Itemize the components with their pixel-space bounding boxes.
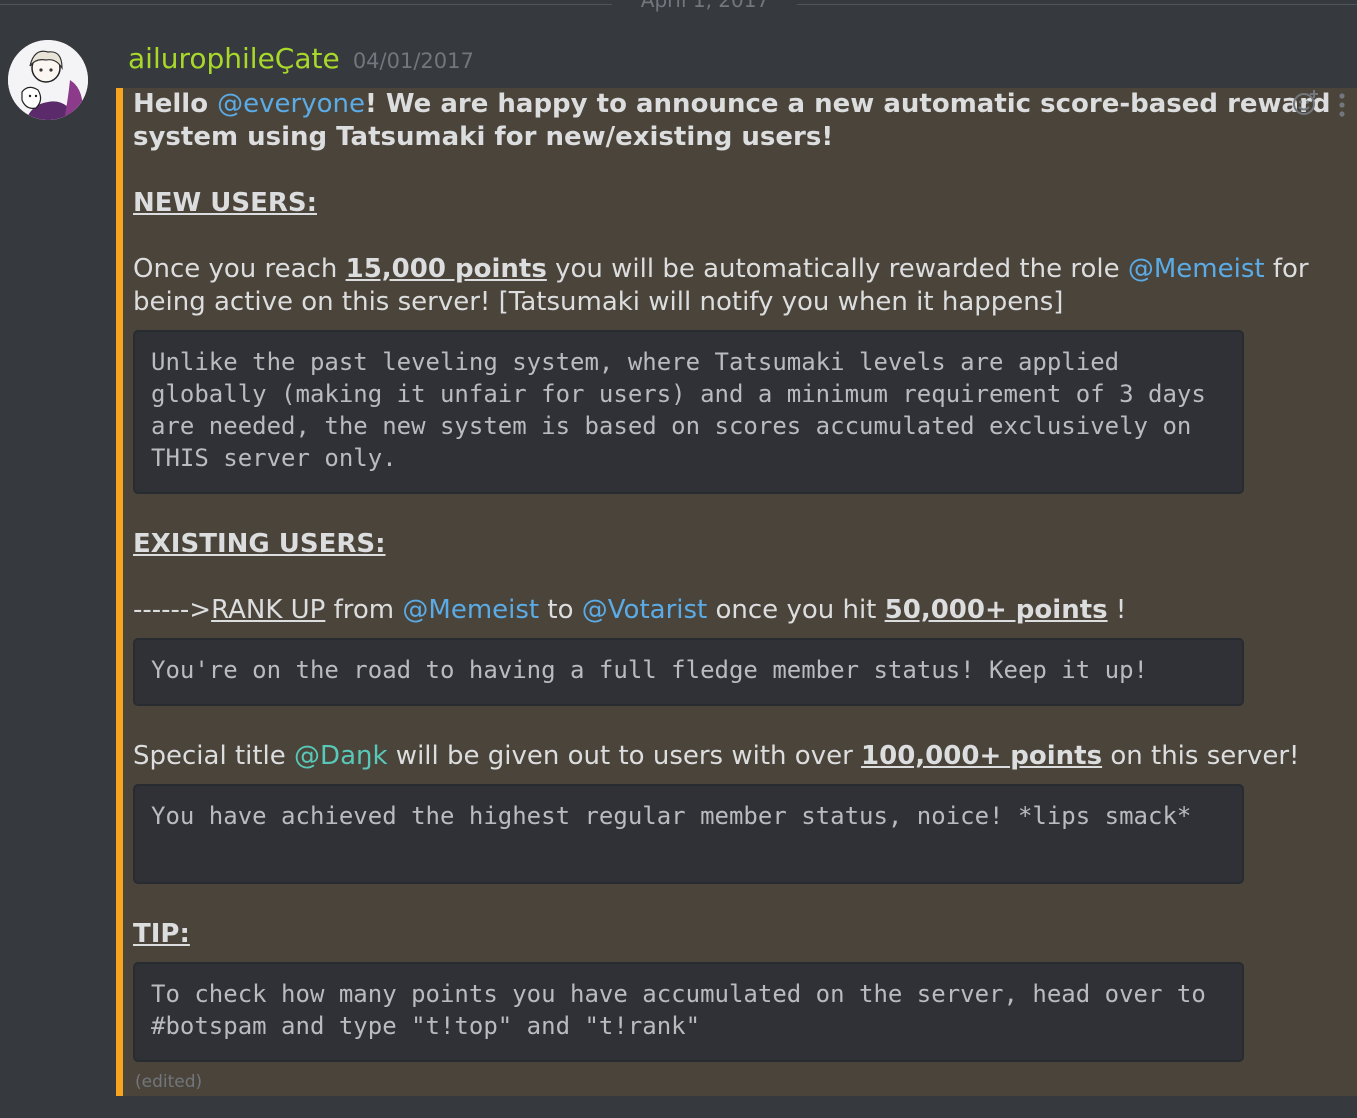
p2-text-b: you will be automatically rewarded the r… [546,254,1128,284]
p3-text-d: ! [1107,595,1127,625]
p3-text-c: once you hit [707,595,885,625]
p3-text-b: to [539,595,582,625]
rank-up-text: RANK UP [211,595,326,625]
new-users-heading: NEW USERS: [133,188,317,218]
divider-line-left [0,4,612,5]
avatar-image [8,40,88,120]
mention-everyone[interactable]: @everyone [217,89,365,119]
dank-paragraph: Special title @Daŋk will be given out to… [133,740,1333,773]
points-100000: 100,000+ points [861,741,1103,771]
intro-text-1: Hello [133,89,218,119]
points-50000: 50,000+ points [884,595,1108,625]
mention-dank[interactable]: @Daŋk [294,741,388,771]
add-reaction-icon[interactable] [1290,88,1320,118]
message-header: ailurophileÇate 04/01/2017 [128,42,474,78]
existing-users-heading: EXISTING USERS: [133,529,386,559]
message-body: Hello @everyone! We are happy to announc… [116,88,1357,1096]
mention-memeist[interactable]: @Memeist [1128,254,1265,284]
avatar[interactable] [8,40,88,120]
code-block-tip: To check how many points you have accumu… [133,962,1244,1062]
new-users-paragraph: Once you reach 15,000 points you will be… [133,253,1333,319]
announcement-intro: Hello @everyone! We are happy to announc… [133,88,1333,154]
code-block-leveling: Unlike the past leveling system, where T… [133,330,1244,494]
points-15000: 15,000 points [345,254,547,284]
code-block-road: You're on the road to having a full fled… [133,638,1244,706]
divider-line-right [797,4,1357,5]
p4-text-c: on this server! [1102,741,1300,771]
date-divider: April 1, 2017 [0,0,1357,20]
existing-users-paragraph: ------>RANK UP from @Memeist to @Votaris… [133,594,1333,627]
p2-text-a: Once you reach [133,254,346,284]
tip-heading: TIP: [133,919,190,949]
username[interactable]: ailurophileÇate [128,42,340,75]
divider-date: April 1, 2017 [640,0,770,12]
mention-memeist-2[interactable]: @Memeist [402,595,539,625]
p4-text-a: Special title [133,741,295,771]
edited-label: (edited) [135,1072,203,1092]
p3-text-a: from [325,595,403,625]
code-block-highest: You have achieved the highest regular me… [133,784,1244,884]
more-options-icon[interactable] [1338,92,1346,118]
mention-votarist[interactable]: @Votarist [582,595,707,625]
timestamp: 04/01/2017 [352,49,474,73]
p4-text-b: will be given out to users with over [387,741,862,771]
p3-arrow: ------> [133,595,212,625]
